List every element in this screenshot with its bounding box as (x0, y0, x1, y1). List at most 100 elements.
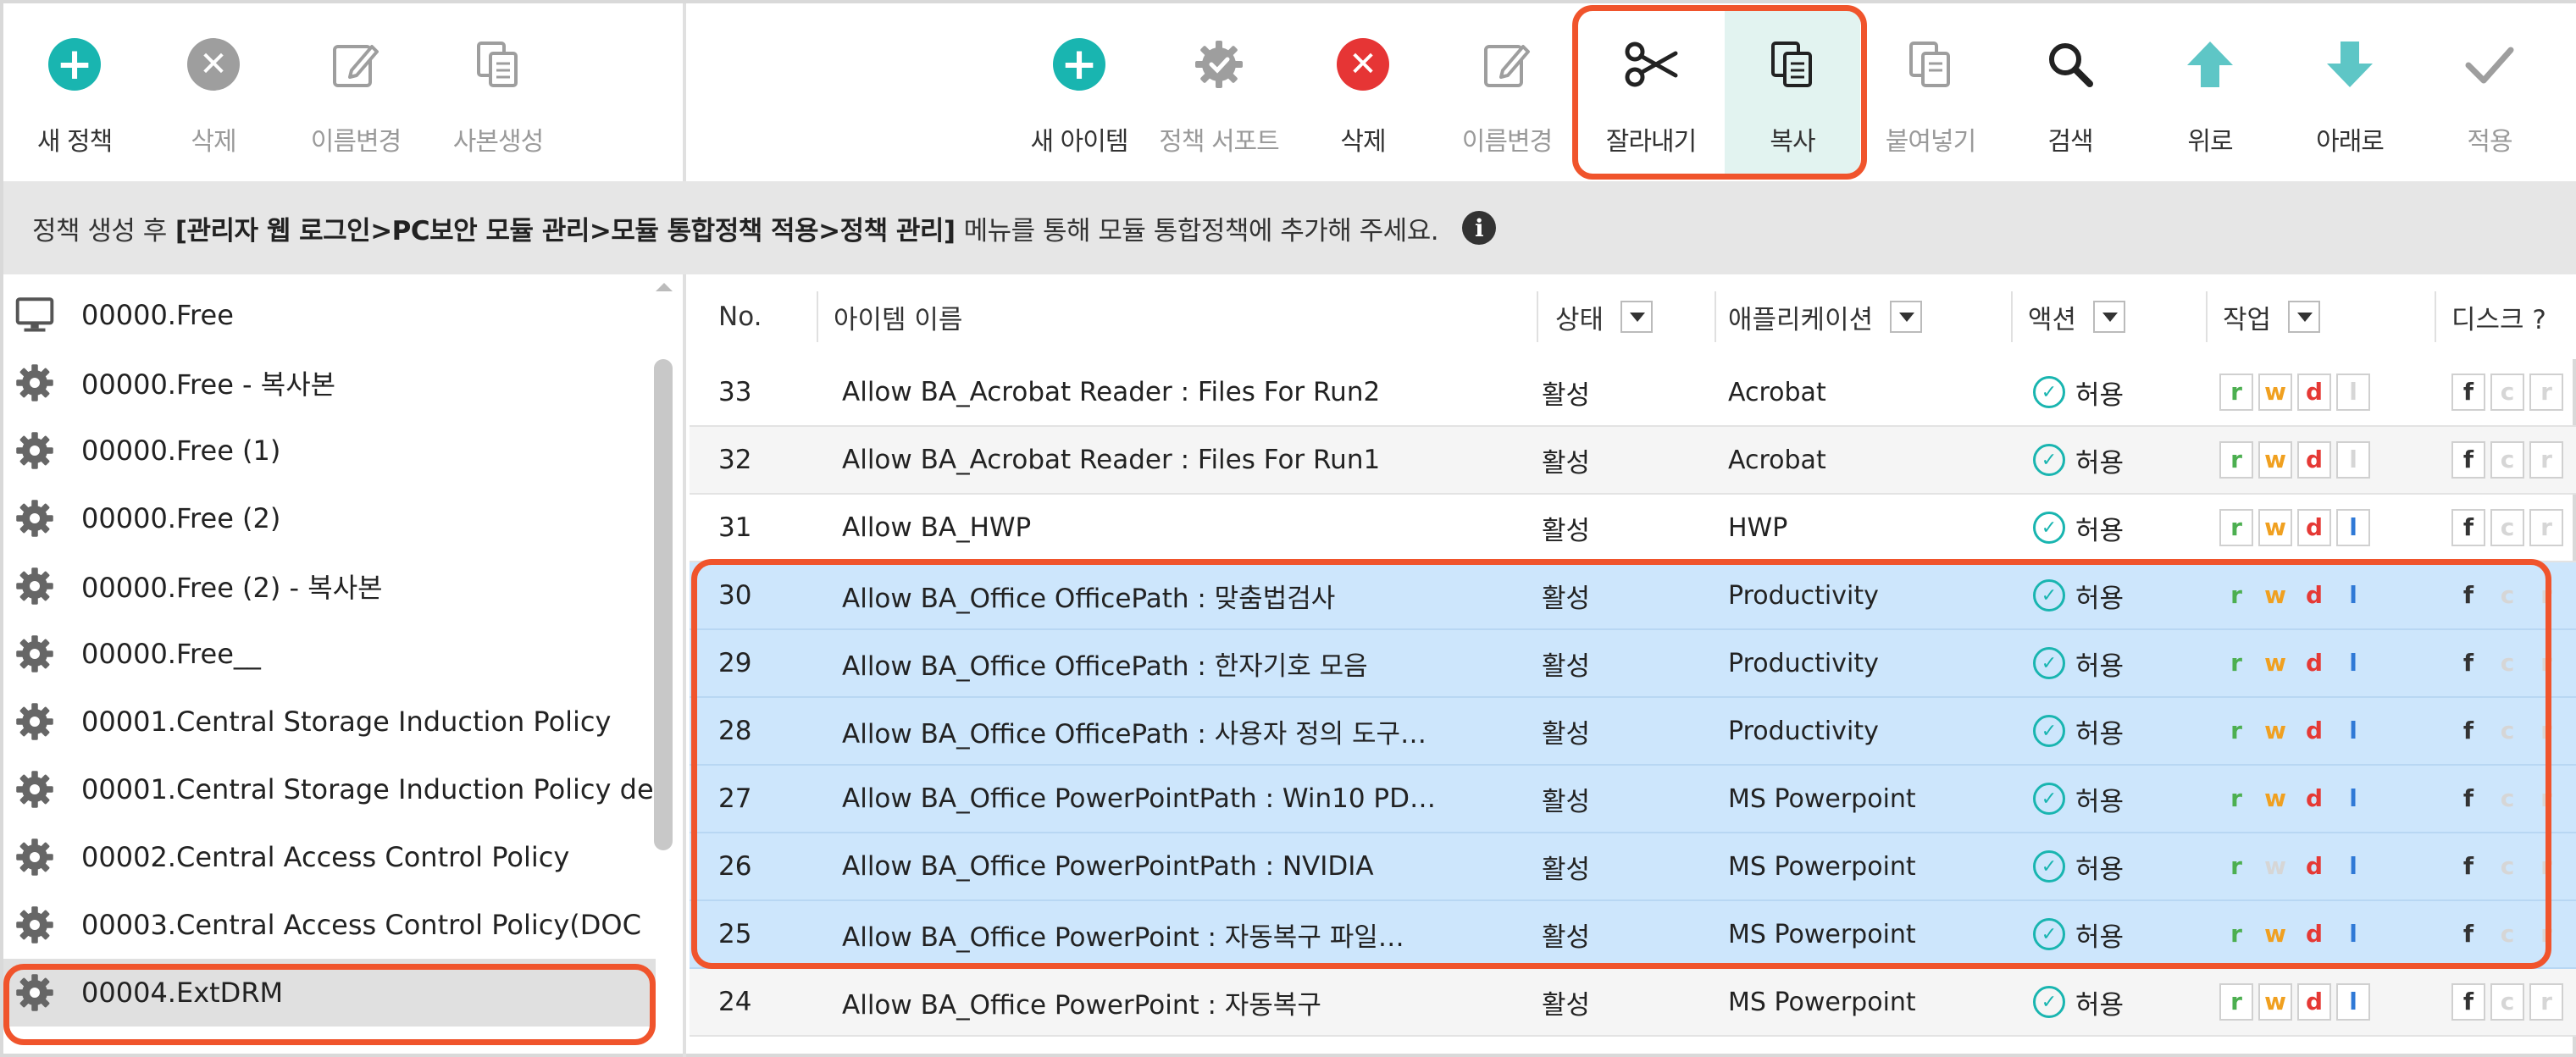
col-disk-header[interactable]: 디스크 ? (2451, 274, 2546, 359)
policy-list-item[interactable]: 00001.Central Storage Induction Policy (3, 688, 656, 755)
perm-d-flag: d (2305, 920, 2324, 948)
scroll-up-arrow-icon[interactable] (656, 283, 673, 291)
item-toolbar: + 새 아이템 정책 서포트 ✕ 삭제 이름변경 잘라내기 복사 붙여넣기 검색… (690, 3, 2576, 181)
move-up-button[interactable]: 위로 (2142, 10, 2278, 174)
policy-name: 00000.Free (2) - 복사본 (81, 572, 383, 604)
perm-w-flag: w (2258, 509, 2292, 546)
policy-list-item[interactable]: 00001.Central Storage Induction Policy d… (3, 755, 656, 823)
move-down-button[interactable]: 아래로 (2282, 10, 2418, 174)
table-row[interactable]: 26 Allow BA_Office PowerPointPath : NVIDI… (690, 833, 2576, 901)
table-row[interactable]: 32 Allow BA_Acrobat Reader : Files For Ru… (690, 427, 2576, 495)
table-row[interactable]: 27 Allow BA_Office PowerPointPath : Win10… (690, 766, 2576, 833)
row-no: 31 (718, 512, 752, 543)
col-name-header[interactable]: 아이템 이름 (834, 274, 962, 359)
rename-policy-label: 이름변경 (310, 127, 402, 157)
search-button[interactable]: 검색 (2003, 10, 2138, 174)
table-row[interactable]: 30 Allow BA_Office OfficePath : 맞춤법검사 활성 Pr… (690, 562, 2576, 630)
gear-icon (12, 428, 58, 473)
policy-list-item[interactable]: 00004.ExtDRM (3, 959, 656, 1027)
perm-l-flag: l (2336, 441, 2370, 479)
col-work-header[interactable]: 작업 (2223, 274, 2321, 359)
table-row[interactable]: 24 Allow BA_Office PowerPoint : 자동복구 활성 MS … (690, 969, 2576, 1037)
row-action-label: 허용 (2075, 650, 2125, 682)
policy-list-item[interactable]: 00000.Free (2) (3, 484, 656, 552)
row-no: 24 (718, 987, 752, 1017)
paste-icon (1900, 34, 1961, 95)
policy-list-item[interactable]: 00002.Central Access Control Policy (3, 823, 656, 891)
delete-policy-label: 삭제 (191, 127, 236, 157)
duplicate-policy-button[interactable]: 사본생성 (430, 10, 566, 174)
disk-r-flag: r (2540, 852, 2552, 880)
policy-name: 00001.Central Storage Induction Policy (81, 706, 612, 738)
cut-button[interactable]: 잘라내기 (1583, 10, 1719, 174)
policy-list-item[interactable]: 00000.Free (1) (3, 417, 656, 484)
new-item-label: 새 아이템 (1030, 127, 1129, 157)
perm-w-flag: w (2264, 581, 2286, 609)
perm-d-flag: d (2305, 581, 2324, 609)
row-status: 활성 (1542, 989, 1591, 1021)
edit-icon (325, 34, 386, 95)
rename-item-button[interactable]: 이름변경 (1439, 10, 1575, 174)
info-suffix: 메뉴를 통해 모듈 통합정책에 추가해 주세요. (963, 215, 1439, 246)
policy-list-item[interactable]: 00000.Free (2) - 복사본 (3, 552, 656, 620)
monitor-icon (12, 292, 58, 338)
col-action-header[interactable]: 액션 (2028, 274, 2126, 359)
perm-r-flag: r (2230, 649, 2242, 677)
delete-policy-button[interactable]: ✕ 삭제 (146, 10, 281, 174)
rename-policy-button[interactable]: 이름변경 (288, 10, 424, 174)
check-circle-icon: ✓ (2033, 579, 2065, 612)
table-row[interactable]: 25 Allow BA_Office PowerPoint : 자동복구 파일… 활… (690, 901, 2576, 969)
info-menu-path: [관리자 웹 로그인>PC보안 모듈 관리>모듈 통합정책 적용>정책 관리] (175, 215, 956, 246)
info-icon[interactable]: i (1462, 211, 1497, 245)
row-disk: fcr (2451, 766, 2568, 832)
row-action: ✓ 허용 (2033, 630, 2124, 696)
row-item-name: Allow BA_Office PowerPoint : 자동복구 파일… (842, 921, 1404, 953)
row-disk: fcr (2451, 969, 2568, 1035)
perm-l-flag: l (2349, 920, 2357, 948)
new-item-button[interactable]: + 새 아이템 (1011, 10, 1147, 174)
work-filter-dropdown-icon[interactable] (2288, 301, 2321, 333)
action-filter-dropdown-icon[interactable] (2093, 301, 2126, 333)
row-item-name: Allow BA_HWP (842, 512, 1032, 543)
row-action: ✓ 허용 (2033, 562, 2124, 628)
new-policy-button[interactable]: + 새 정책 (7, 10, 142, 174)
disk-r-flag: r (2529, 983, 2563, 1021)
paste-button[interactable]: 붙여넣기 (1863, 10, 1998, 174)
status-filter-dropdown-icon[interactable] (1620, 301, 1654, 333)
row-action: ✓ 허용 (2033, 833, 2124, 899)
check-circle-icon: ✓ (2033, 986, 2065, 1018)
col-no-header[interactable]: No. (718, 274, 762, 359)
app-filter-dropdown-icon[interactable] (1890, 301, 1923, 333)
row-action: ✓ 허용 (2033, 427, 2124, 493)
policy-list-item[interactable]: 00003.Central Access Control Policy(DOC (3, 891, 656, 959)
gear-icon (12, 902, 58, 948)
col-app-header[interactable]: 애플리케이션 (1728, 274, 1923, 359)
policy-support-button[interactable]: 정책 서포트 (1151, 10, 1287, 174)
policy-list-scrollbar[interactable] (654, 359, 673, 850)
perm-w-flag: w (2264, 649, 2286, 677)
row-action: ✓ 허용 (2033, 969, 2124, 1035)
disk-r-flag: r (2540, 581, 2552, 609)
row-action-label: 허용 (2075, 379, 2125, 411)
row-action-label: 허용 (2075, 515, 2125, 546)
policy-name: 00000.Free (81, 299, 234, 331)
disk-f-flag: f (2451, 441, 2485, 479)
table-row[interactable]: 28 Allow BA_Office OfficePath : 사용자 정의 도구… (690, 698, 2576, 766)
table-row[interactable]: 29 Allow BA_Office OfficePath : 한자기호 모음 활성… (690, 630, 2576, 698)
perm-w-flag: w (2258, 441, 2292, 479)
policy-list-item[interactable]: 00000.Free (3, 281, 656, 349)
row-permissions: rwdl (2219, 562, 2375, 628)
duplicate-policy-label: 사본생성 (452, 127, 544, 157)
apply-button[interactable]: 적용 (2422, 10, 2557, 174)
table-row[interactable]: 33 Allow BA_Acrobat Reader : Files For Ru… (690, 359, 2576, 427)
copy-button[interactable]: 복사 (1725, 10, 1860, 174)
table-row[interactable]: 31 Allow BA_HWP 활성 HWP ✓ 허용 r w d l f c r (690, 495, 2576, 562)
disk-f-flag: f (2451, 374, 2485, 411)
col-status-header[interactable]: 상태 (1555, 274, 1654, 359)
row-application: Productivity (1728, 716, 1879, 746)
delete-item-button[interactable]: ✕ 삭제 (1295, 10, 1431, 174)
perm-l-flag: l (2349, 717, 2357, 744)
policy-list-item[interactable]: 00000.Free - 복사본 (3, 349, 656, 417)
policy-list-item[interactable]: 00000.Free__ (3, 620, 656, 688)
row-item-name: Allow BA_Office PowerPointPath : NVIDIA (842, 851, 1374, 882)
